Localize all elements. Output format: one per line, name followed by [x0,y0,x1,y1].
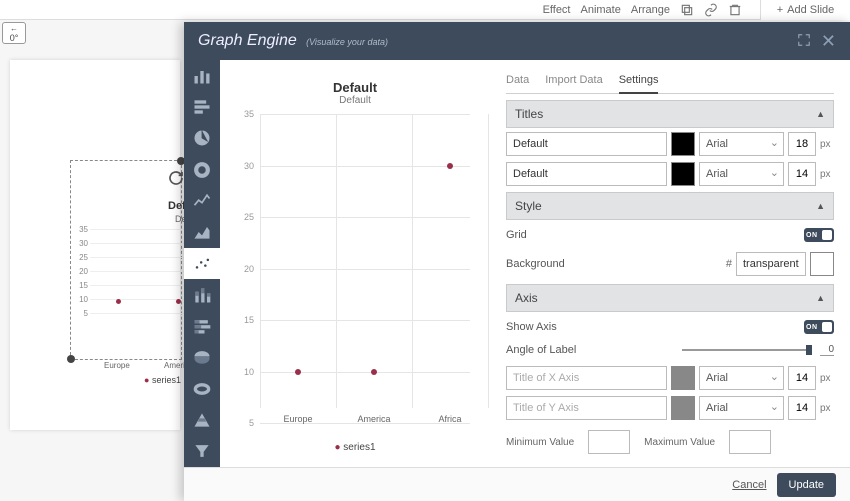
modal-subtitle: (Visualize your data) [306,37,388,47]
grid-toggle[interactable]: ON [804,228,834,242]
section-style[interactable]: Style ▲ [506,192,834,220]
max-value-input[interactable] [729,430,771,454]
chart-preview: Default Default 35 30 25 20 15 10 5 Euro… [220,60,490,467]
cancel-button[interactable]: Cancel [732,479,766,491]
subtitle-size-input[interactable] [788,162,816,186]
toolbar-arrange[interactable]: Arrange [631,4,670,16]
show-axis-toggle[interactable]: ON [804,320,834,334]
add-slide-button[interactable]: + Add Slide [760,0,850,20]
settings-panel: Data Import Data Settings Titles ▲ Arial… [490,60,850,467]
yaxis-color-swatch[interactable] [671,396,695,420]
grid-label: Grid [506,229,527,241]
background-swatch[interactable] [810,252,834,276]
min-value-label: Minimum Value [506,437,574,448]
chart-type-area[interactable] [184,217,220,248]
toolbar-effect[interactable]: Effect [543,4,571,16]
chart-type-bar-stacked-v[interactable] [184,279,220,310]
plot-area: 35 30 25 20 15 10 5 Europe America Afric… [236,114,474,436]
title-input[interactable] [506,132,667,156]
subtitle-font-select[interactable]: Arial [699,162,784,186]
chart-type-donut-3d[interactable] [184,373,220,404]
duplicate-icon[interactable] [680,3,694,17]
tab-data[interactable]: Data [506,70,529,93]
section-titles[interactable]: Titles ▲ [506,100,834,128]
background-label: Background [506,258,565,270]
data-point [371,369,377,375]
xaxis-title-input[interactable] [506,366,667,390]
angle-value: 0 [820,344,834,356]
chart-type-sidebar [184,60,220,467]
yaxis-font-select[interactable]: Arial [699,396,784,420]
chart-type-funnel[interactable] [184,436,220,467]
canvas: Default Default 35 30 25 20 15 10 5 Euro… [10,60,180,430]
graph-engine-modal: Graph Engine (Visualize your data) ✕ [184,22,850,501]
chart-type-bar-horizontal[interactable] [184,91,220,122]
plus-icon: + [777,4,783,16]
min-value-input[interactable] [588,430,630,454]
x-tick: Africa [438,414,461,424]
preview-title: Default [228,80,482,95]
show-axis-label: Show Axis [506,321,557,333]
settings-tabs: Data Import Data Settings [506,70,834,94]
modal-footer: Cancel Update [184,467,850,501]
section-axis[interactable]: Axis ▲ [506,284,834,312]
data-point [295,369,301,375]
reload-icon[interactable] [168,170,184,186]
title-font-select[interactable]: Arial [699,132,784,156]
yaxis-size-input[interactable] [788,396,816,420]
xaxis-size-input[interactable] [788,366,816,390]
chart-type-pie-3d[interactable] [184,342,220,373]
modal-header: Graph Engine (Visualize your data) ✕ [184,22,850,60]
chevron-up-icon: ▲ [816,293,825,303]
unit-label: px [820,373,834,384]
close-icon[interactable]: ✕ [821,32,836,50]
yaxis-title-input[interactable] [506,396,667,420]
bg-legend: series1 [144,375,181,385]
unit-label: px [820,139,834,150]
section-axis-label: Axis [515,291,538,305]
max-value-label: Maximum Value [644,437,715,448]
title-color-swatch[interactable] [671,132,695,156]
update-button[interactable]: Update [777,473,836,497]
toolbar-animate[interactable]: Animate [581,4,621,16]
background-input[interactable] [736,252,806,276]
x-tick: America [357,414,390,424]
x-tick: Europe [283,414,312,424]
bg-mini-chart: 35 30 25 20 15 10 5 Europe America serie… [74,225,189,385]
tab-import[interactable]: Import Data [545,70,602,93]
preview-legend: series1 [228,436,482,459]
section-style-label: Style [515,199,542,213]
angle-label: Angle of Label [506,344,576,356]
unit-label: px [820,403,834,414]
preview-subtitle: Default [228,95,482,106]
chart-type-pie[interactable] [184,123,220,154]
xaxis-font-select[interactable]: Arial [699,366,784,390]
chart-type-line[interactable] [184,185,220,216]
add-slide-label: Add Slide [787,4,834,16]
chart-type-bar-vertical[interactable] [184,60,220,91]
chart-type-donut[interactable] [184,154,220,185]
chart-type-pyramid[interactable] [184,404,220,435]
xaxis-color-swatch[interactable] [671,366,695,390]
app-toolbar: Effect Animate Arrange [0,0,850,20]
trash-icon[interactable] [728,3,742,17]
fullscreen-icon[interactable] [797,32,811,50]
title-size-input[interactable] [788,132,816,156]
subtitle-color-swatch[interactable] [671,162,695,186]
hash-label: # [726,258,732,270]
tab-settings[interactable]: Settings [619,70,659,94]
link-icon[interactable] [704,3,718,17]
chart-type-bar-stacked-h[interactable] [184,311,220,342]
unit-label: px [820,169,834,180]
rotation-badge: 0° [2,22,26,44]
modal-title: Graph Engine [198,32,297,49]
chevron-up-icon: ▲ [816,109,825,119]
subtitle-input[interactable] [506,162,667,186]
section-titles-label: Titles [515,107,543,121]
angle-slider[interactable] [682,349,812,351]
chart-type-scatter[interactable] [184,248,220,279]
data-point [447,163,453,169]
chevron-up-icon: ▲ [816,201,825,211]
